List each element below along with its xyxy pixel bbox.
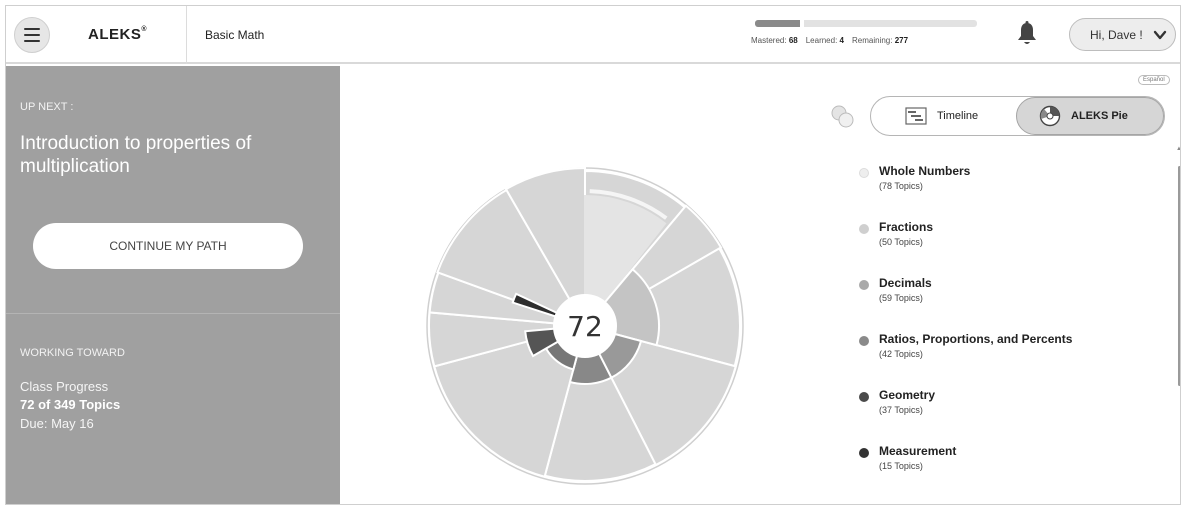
legend-topic-count: (59 Topics) bbox=[879, 293, 923, 303]
legend-topic-count: (37 Topics) bbox=[879, 405, 923, 415]
legend-color-dot bbox=[859, 448, 869, 458]
working-toward-label: WORKING TOWARD bbox=[20, 347, 125, 359]
aleks-pie-svg: 72 bbox=[426, 166, 744, 485]
legend-topic-name: Measurement bbox=[879, 444, 957, 458]
aleks-window: ALEKS® Basic Math Mastered: 68 Learned: 4… bbox=[5, 5, 1181, 505]
mastered-progress-fill bbox=[755, 20, 800, 27]
left-panel: UP NEXT : Introduction to properties of … bbox=[6, 66, 340, 504]
chevron-down-icon bbox=[1153, 30, 1167, 40]
panel-divider bbox=[6, 313, 340, 314]
legend-topic-name: Fractions bbox=[879, 220, 934, 234]
user-greeting: Hi, Dave ! bbox=[1090, 27, 1143, 42]
legend-item[interactable]: Measurement (15 Topics) bbox=[859, 444, 1159, 484]
legend-topic-name: Geometry bbox=[879, 388, 936, 402]
bell-icon[interactable] bbox=[1016, 21, 1038, 47]
course-progress-bar bbox=[755, 20, 977, 27]
legend-item[interactable]: Ratios, Proportions, and Percents (42 Top… bbox=[859, 332, 1159, 372]
aleks-pie-chart[interactable]: 72 bbox=[425, 166, 745, 488]
up-next-label: UP NEXT : bbox=[20, 101, 74, 113]
pie-center-count: 72 bbox=[567, 310, 603, 343]
espanol-link[interactable]: Español bbox=[1138, 75, 1170, 85]
legend-topic-count: (15 Topics) bbox=[879, 461, 923, 471]
next-topic-title: Introduction to properties of multiplica… bbox=[20, 133, 252, 177]
view-toggle: Timeline ALEKS Pie bbox=[870, 96, 1165, 136]
aleks-logo: ALEKS® bbox=[88, 26, 148, 43]
menu-icon[interactable] bbox=[14, 17, 50, 53]
user-menu-button[interactable]: Hi, Dave ! bbox=[1069, 18, 1176, 51]
continue-my-path-button[interactable]: CONTINUE MY PATH bbox=[33, 223, 303, 269]
aleks-pie-label: ALEKS Pie bbox=[1071, 110, 1128, 122]
scroll-up-icon[interactable]: ▲ bbox=[1176, 146, 1180, 152]
legend-color-dot bbox=[859, 392, 869, 402]
legend-topic-name: Ratios, Proportions, and Percents bbox=[879, 332, 1073, 346]
aleks-pie-tab[interactable]: ALEKS Pie bbox=[1016, 97, 1164, 135]
legend-item[interactable]: Geometry (37 Topics) bbox=[859, 388, 1159, 428]
timeline-icon bbox=[905, 107, 927, 125]
legend-color-dot bbox=[859, 280, 869, 290]
legend-scrollbar[interactable] bbox=[1178, 166, 1180, 386]
legend-topic-count: (50 Topics) bbox=[879, 237, 923, 247]
top-bar: ALEKS® Basic Math Mastered: 68 Learned: 4… bbox=[6, 6, 1180, 64]
pin-icon[interactable] bbox=[829, 103, 857, 129]
timeline-label: Timeline bbox=[937, 110, 979, 122]
legend-color-dot bbox=[859, 224, 869, 234]
legend-color-dot bbox=[859, 168, 869, 178]
progress-summary: Mastered: 68 Learned: 4 Remaining: 277 bbox=[751, 36, 909, 45]
legend-color-dot bbox=[859, 336, 869, 346]
legend-item[interactable]: Decimals (59 Topics) bbox=[859, 276, 1159, 316]
legend-topic-name: Whole Numbers bbox=[879, 164, 971, 178]
due-date: Due: May 16 bbox=[20, 416, 94, 431]
legend-topic-count: (42 Topics) bbox=[879, 349, 923, 359]
progress-gap bbox=[800, 20, 804, 27]
pie-icon bbox=[1039, 105, 1061, 127]
legend-item[interactable]: Whole Numbers (78 Topics) bbox=[859, 164, 1159, 204]
legend-topic-count: (78 Topics) bbox=[879, 181, 923, 191]
timeline-tab[interactable]: Timeline bbox=[871, 97, 1016, 135]
class-progress-label: Class Progress bbox=[20, 379, 109, 394]
legend-item[interactable]: Fractions (50 Topics) bbox=[859, 220, 1159, 260]
course-title: Basic Math bbox=[205, 28, 265, 42]
header-divider bbox=[186, 6, 187, 64]
class-progress-value: 72 of 349 Topics bbox=[20, 397, 121, 412]
legend-topic-name: Decimals bbox=[879, 276, 932, 290]
